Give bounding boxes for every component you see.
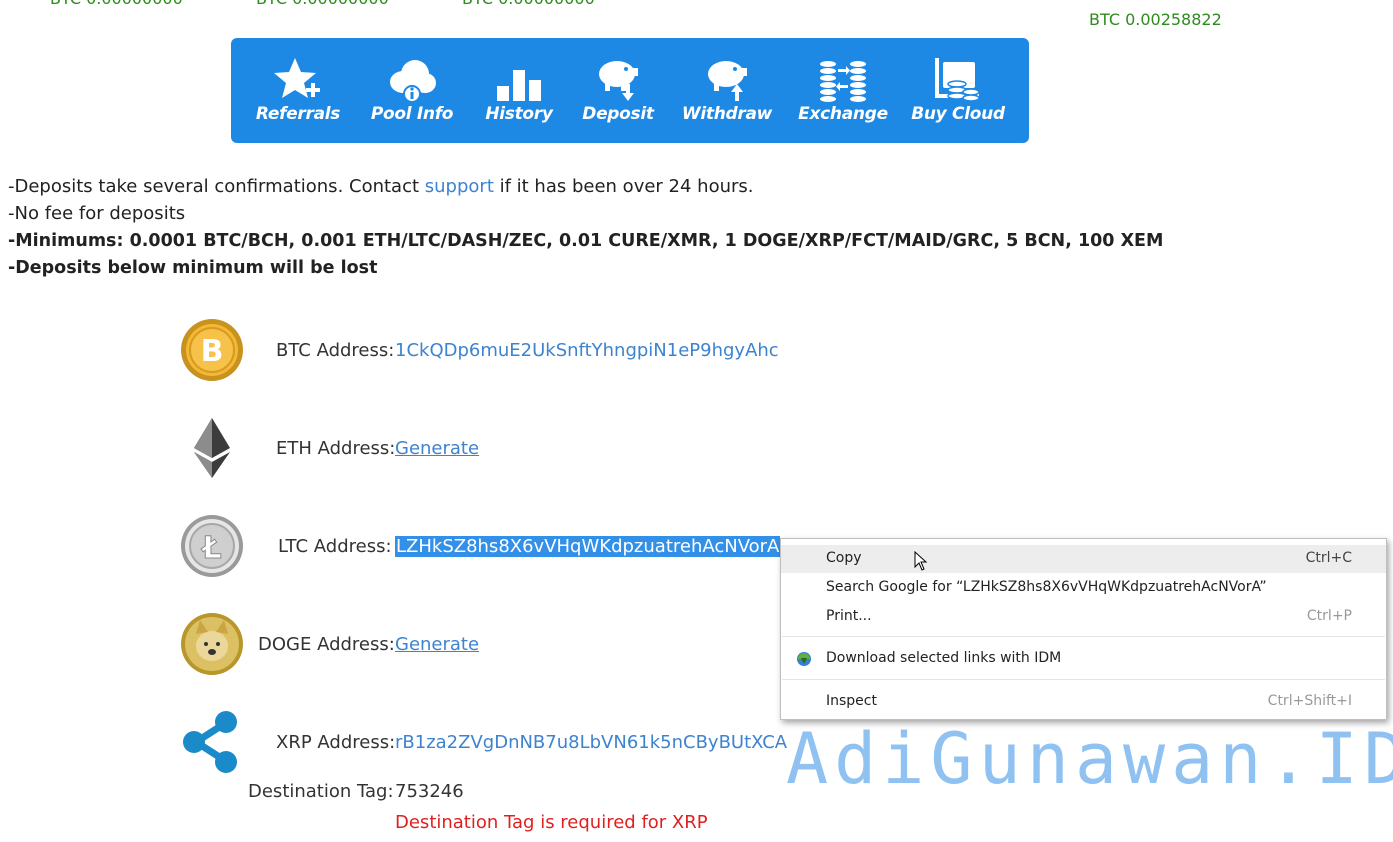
ltc-address-value[interactable]: LZHkSZ8hs8X6vVHqWKdpzuatrehAcNVorA (395, 536, 781, 557)
bar-chart-icon (497, 70, 541, 101)
btc-address-value[interactable]: 1CkQDp6muE2UkSnftYhngpiN1eP9hgyAhc (395, 340, 779, 361)
star-plus-icon (274, 58, 320, 98)
dogecoin-icon (181, 613, 243, 675)
balance-btc: BTC 0.00258822 (1089, 10, 1222, 29)
ripple-icon (183, 711, 237, 773)
coins-exchange-icon (820, 61, 866, 102)
context-menu: Copy Ctrl+C Search Google for “LZHkSZ8hs… (780, 538, 1387, 720)
piggy-down-icon (599, 61, 638, 101)
info-minimums: -Minimums: 0.0001 BTC/BCH, 0.001 ETH/LTC… (8, 231, 1164, 251)
menu-search-label: Search Google for “LZHkSZ8hs8X6vVHqWKdpz… (826, 579, 1267, 595)
eth-generate-link[interactable]: Generate (395, 438, 479, 459)
menu-copy-label: Copy (826, 550, 862, 566)
svg-text:Ł: Ł (200, 531, 221, 566)
ltc-address-label: LTC Address: (278, 536, 392, 557)
xrp-address-value[interactable]: rB1za2ZVgDnNB7u8LbVN61k5nCByBUtXCA (395, 732, 787, 753)
info-line1-pre: -Deposits take several confirmations. Co… (8, 176, 425, 197)
eth-address-label: ETH Address: (276, 438, 396, 459)
nav-referrals[interactable]: Referrals (248, 38, 348, 143)
nav-exchange[interactable]: Exchange (793, 38, 893, 143)
btc-address-label: BTC Address: (276, 340, 395, 361)
svg-text:B: B (201, 334, 224, 369)
balance-3: BTC 0.00000000 (462, 0, 595, 8)
menu-copy-shortcut: Ctrl+C (1305, 550, 1352, 566)
mouse-cursor-icon (914, 551, 928, 571)
coins-cloud-icon (935, 58, 980, 102)
nav-buy-cloud-label: Buy Cloud (911, 104, 1005, 124)
balance-1: BTC 0.00000000 (50, 0, 183, 8)
menu-idm-label: Download selected links with IDM (826, 650, 1062, 666)
menu-item-search-google[interactable]: Search Google for “LZHkSZ8hs8X6vVHqWKdpz… (781, 574, 1386, 602)
xrp-tag-warning: Destination Tag is required for XRP (395, 812, 708, 833)
info-no-fee: -No fee for deposits (8, 203, 186, 224)
info-line1-post: if it has been over 24 hours. (493, 176, 754, 197)
cloud-info-icon (390, 60, 436, 103)
doge-generate-link[interactable]: Generate (395, 634, 479, 655)
nav-pool-info[interactable]: Pool Info (362, 38, 462, 143)
menu-item-inspect[interactable]: Inspect Ctrl+Shift+I (781, 688, 1386, 716)
balance-2: BTC 0.00000000 (256, 0, 389, 8)
menu-print-label: Print... (826, 608, 872, 624)
idm-icon (797, 652, 811, 666)
doge-address-label: DOGE Address: (258, 634, 395, 655)
menu-print-shortcut: Ctrl+P (1306, 608, 1352, 624)
watermark: AdiGunawan.ID (786, 718, 1393, 800)
menu-item-idm[interactable]: Download selected links with IDM (781, 645, 1386, 673)
ethereum-icon (194, 418, 230, 478)
menu-item-copy[interactable]: Copy Ctrl+C (781, 545, 1386, 573)
menu-inspect-shortcut: Ctrl+Shift+I (1267, 693, 1352, 709)
nav-buy-cloud[interactable]: Buy Cloud (908, 38, 1008, 143)
bitcoin-icon: B (181, 319, 243, 381)
destination-tag-value[interactable]: 753246 (395, 781, 464, 802)
menu-separator (782, 679, 1385, 680)
nav-history[interactable]: History (469, 38, 569, 143)
nav-bar: Referrals Pool Info History Deposit With… (231, 38, 1029, 143)
litecoin-icon: Ł (181, 515, 243, 577)
info-below-minimum: -Deposits below minimum will be lost (8, 258, 378, 278)
destination-tag-label: Destination Tag: (248, 781, 394, 802)
support-link[interactable]: support (425, 176, 494, 197)
nav-withdraw[interactable]: Withdraw (677, 38, 777, 143)
menu-inspect-label: Inspect (826, 693, 877, 709)
piggy-up-icon (708, 61, 747, 101)
menu-item-print[interactable]: Print... Ctrl+P (781, 603, 1386, 631)
xrp-address-label: XRP Address: (276, 732, 396, 753)
info-confirmations: -Deposits take several confirmations. Co… (8, 176, 754, 197)
nav-deposit[interactable]: Deposit (568, 38, 668, 143)
menu-separator (782, 636, 1385, 637)
